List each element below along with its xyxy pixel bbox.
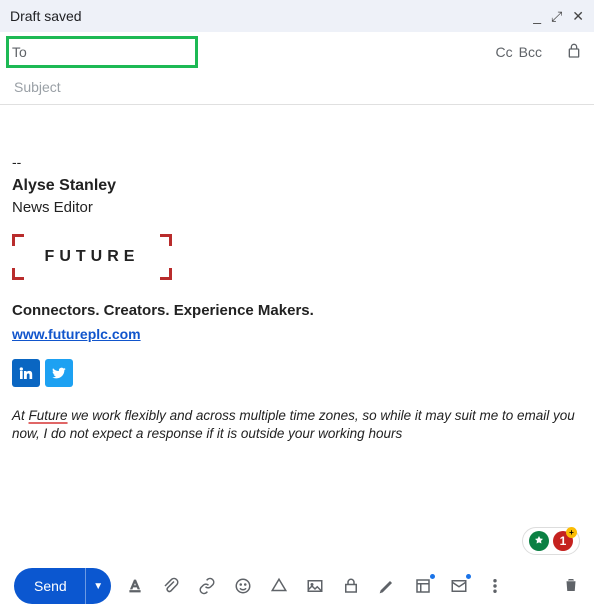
signature-name: Alyse Stanley [12, 175, 582, 197]
send-options-button[interactable]: ▼ [85, 568, 111, 604]
subject-row [0, 72, 594, 105]
signature-role: News Editor [12, 197, 582, 218]
signature-tagline: Connectors. Creators. Experience Makers. [12, 300, 582, 321]
more-icon[interactable] [485, 576, 505, 596]
link-icon[interactable] [197, 576, 217, 596]
subject-input[interactable] [12, 78, 582, 96]
extension-badges[interactable]: 1 + [522, 527, 580, 555]
linkedin-icon[interactable] [12, 359, 40, 387]
compose-header: Draft saved _ ⤢ ✕ [0, 0, 594, 32]
signature-link[interactable]: www.futureplc.com [12, 326, 141, 342]
template-icon[interactable] [413, 576, 433, 596]
to-label: To [12, 44, 27, 60]
compose-body[interactable]: -- Alyse Stanley News Editor FUTURE Conn… [0, 105, 594, 443]
compose-toolbar: Send ▼ [0, 559, 594, 613]
twitter-icon[interactable] [45, 359, 73, 387]
header-title: Draft saved [10, 8, 533, 24]
to-input[interactable] [33, 40, 496, 64]
drive-icon[interactable] [269, 576, 289, 596]
formatting-icon[interactable] [125, 576, 145, 596]
discard-icon[interactable] [562, 576, 580, 597]
pen-icon[interactable] [377, 576, 397, 596]
signature-disclaimer: At Future we work flexibly and across mu… [12, 407, 582, 443]
extension-badge-green[interactable] [529, 531, 549, 551]
cc-button[interactable]: Cc [496, 44, 513, 60]
confidential-icon[interactable] [341, 576, 361, 596]
minimize-icon[interactable]: _ [533, 9, 541, 23]
lock-icon[interactable] [566, 43, 582, 62]
emoji-icon[interactable] [233, 576, 253, 596]
bcc-button[interactable]: Bcc [519, 44, 542, 60]
image-icon[interactable] [305, 576, 325, 596]
attach-icon[interactable] [161, 576, 181, 596]
future-logo-text: FUTURE [12, 246, 172, 268]
close-icon[interactable]: ✕ [572, 9, 584, 23]
expand-icon[interactable]: ⤢ [551, 9, 562, 23]
future-logo: FUTURE [12, 234, 172, 280]
later-icon[interactable] [449, 576, 469, 596]
signature-dashes: -- [12, 153, 582, 173]
to-row: To Cc Bcc [0, 32, 594, 72]
extension-badge-red[interactable]: 1 + [553, 531, 573, 551]
send-button[interactable]: Send [14, 568, 85, 604]
